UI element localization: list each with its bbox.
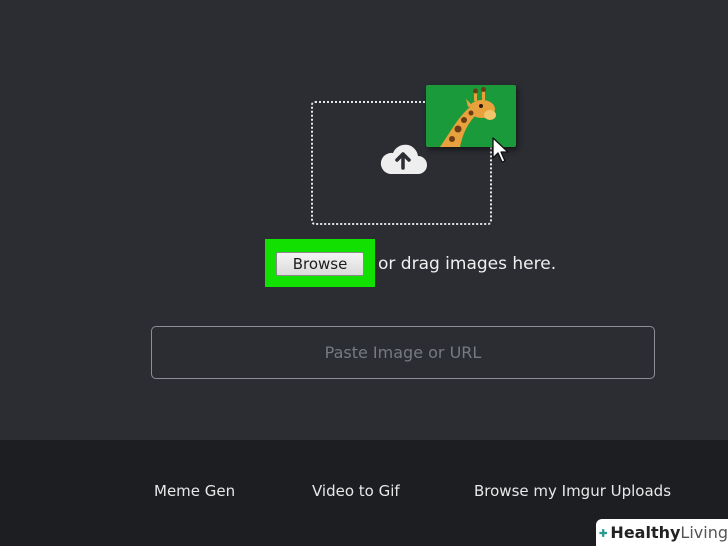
footer-link-video-to-gif[interactable]: Video to Gif (312, 482, 400, 500)
drag-hint-text: or drag images here. (378, 254, 557, 274)
watermark: HealthyLiving (596, 519, 728, 546)
health-cross-icon (599, 528, 608, 537)
footer-link-browse-uploads[interactable]: Browse my Imgur Uploads (474, 482, 671, 500)
browse-button[interactable]: Browse (276, 252, 364, 276)
watermark-text: HealthyLiving (610, 523, 728, 542)
mouse-cursor-icon (492, 137, 509, 163)
footer-link-meme-gen[interactable]: Meme Gen (154, 482, 235, 500)
paste-url-input[interactable] (151, 326, 655, 379)
cloud-upload-icon[interactable] (378, 142, 428, 176)
